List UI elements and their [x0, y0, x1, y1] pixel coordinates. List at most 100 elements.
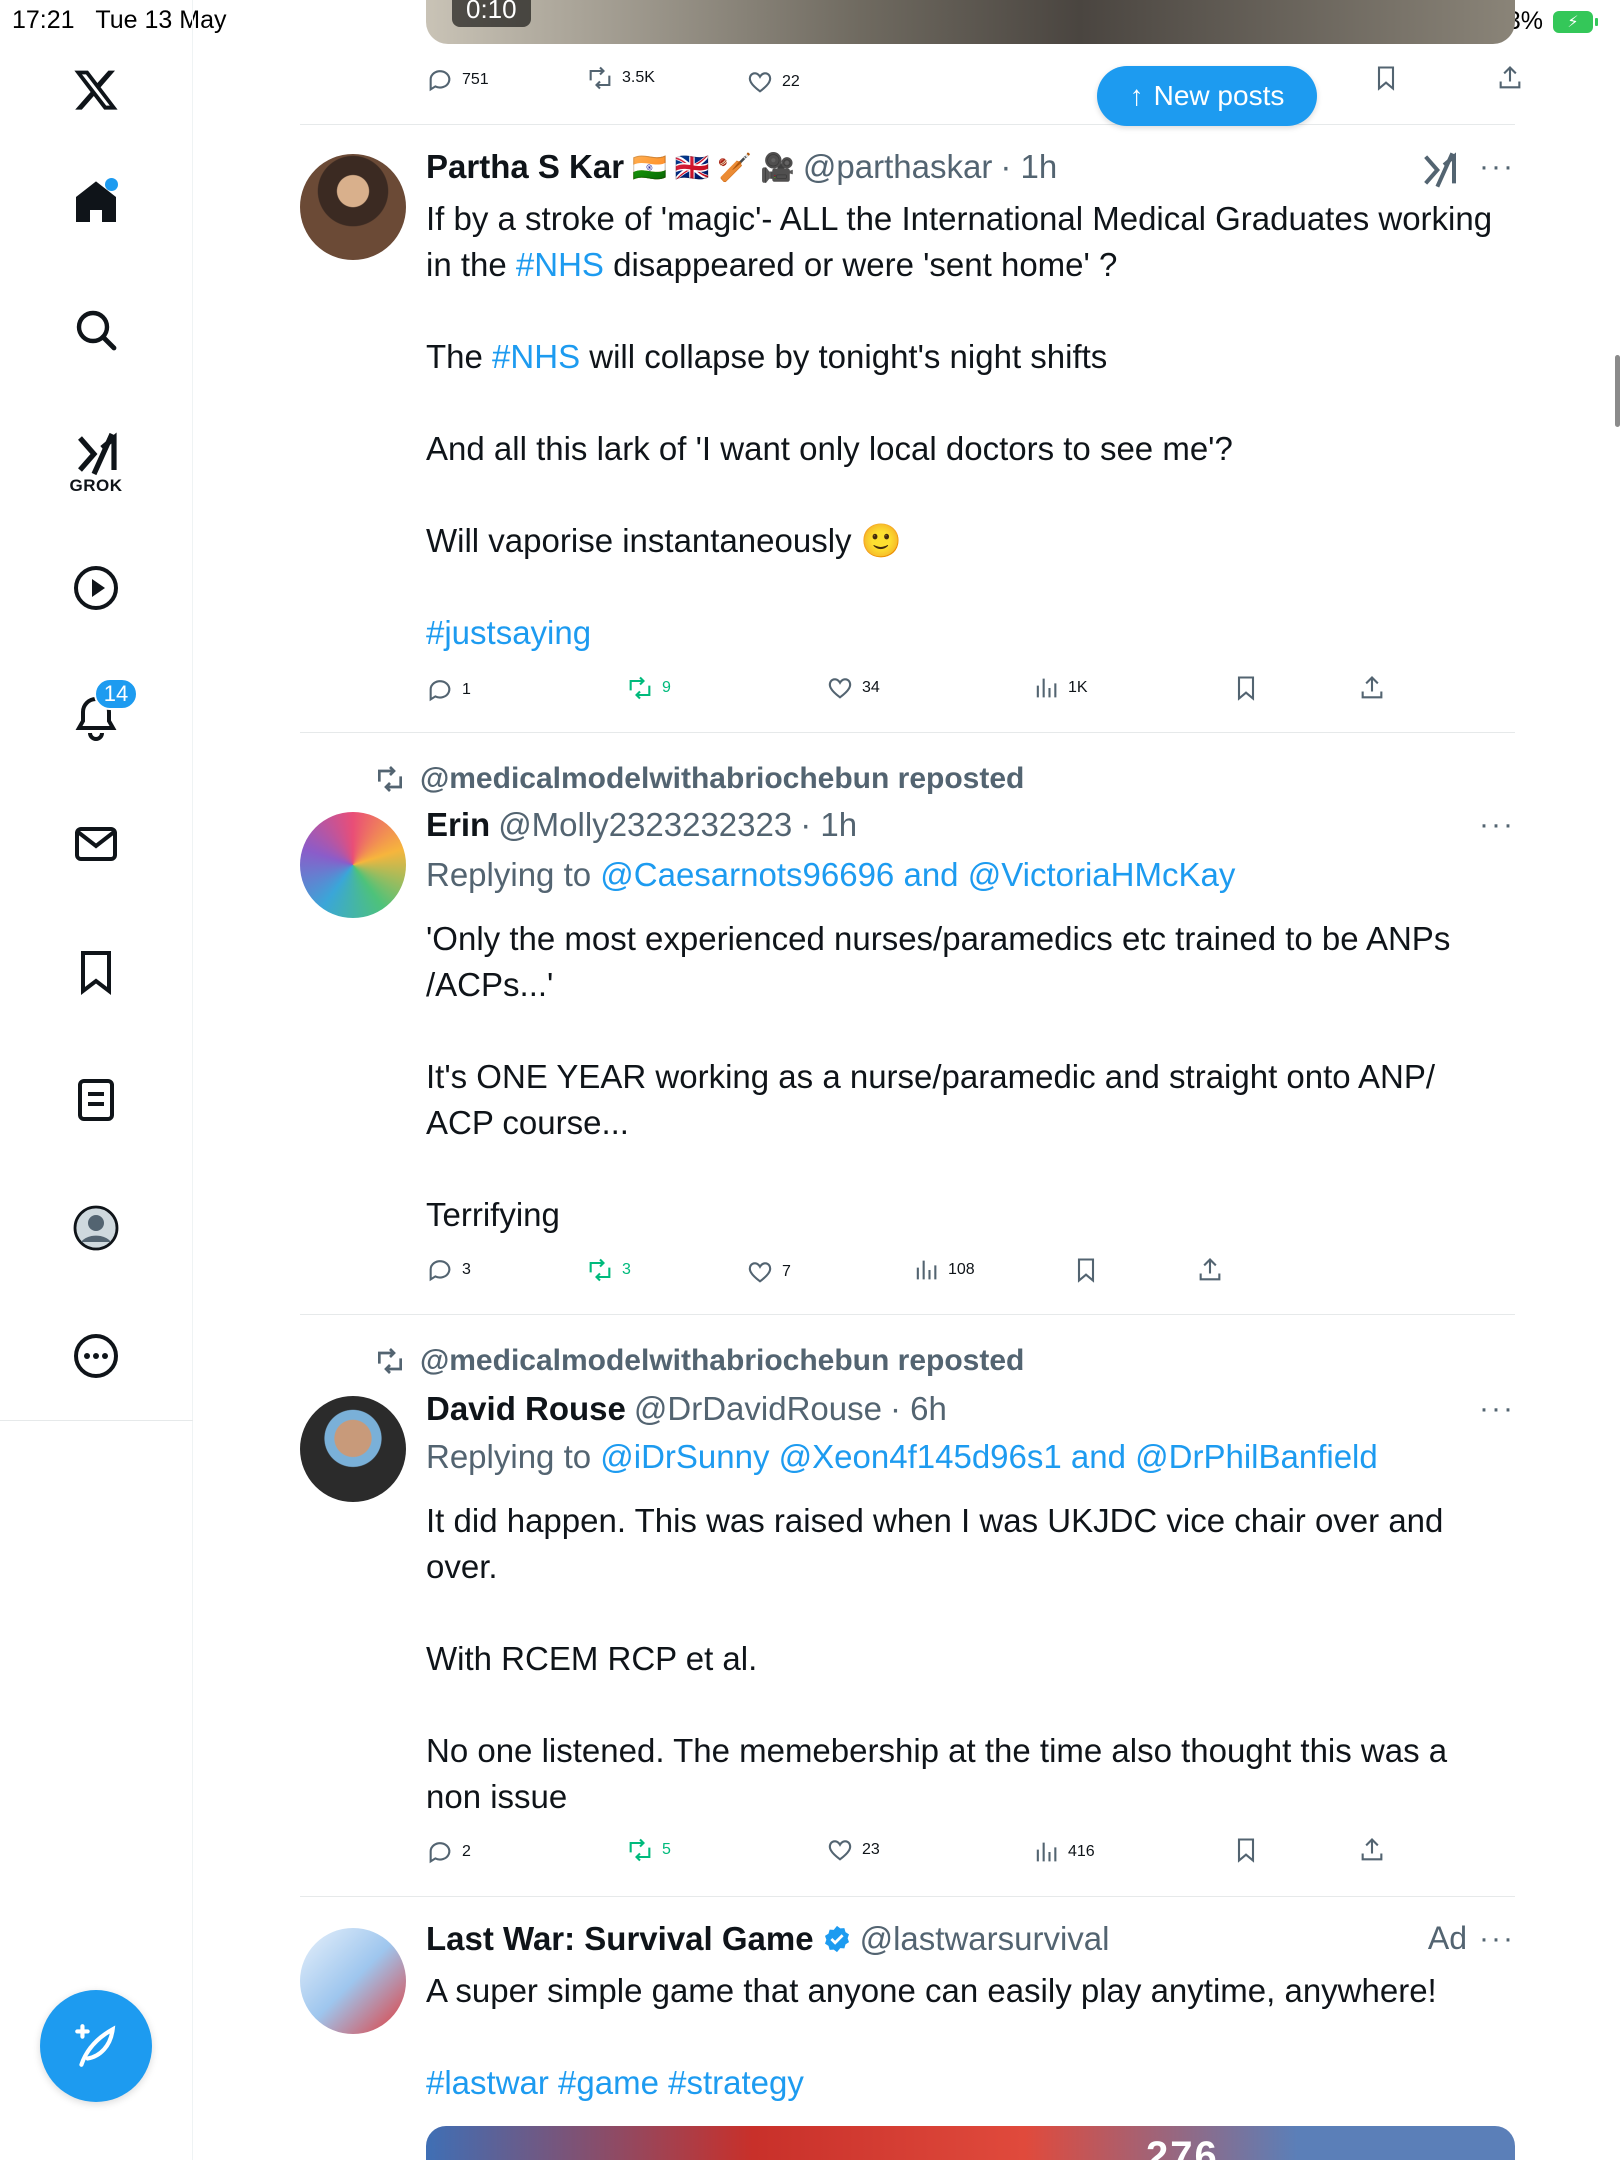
- tweet-time[interactable]: · 6h: [890, 1390, 947, 1428]
- home-icon[interactable]: [64, 170, 128, 234]
- like-button[interactable]: 34: [826, 674, 880, 702]
- views-button[interactable]: 1K: [1032, 674, 1088, 702]
- views-button[interactable]: 416: [1032, 1838, 1095, 1866]
- hashtag-links[interactable]: #lastwar #game #strategy: [426, 2060, 1501, 2106]
- search-icon[interactable]: [64, 298, 128, 362]
- bookmark-icon: [1377, 66, 1395, 91]
- home-unread-dot: [105, 178, 118, 191]
- share-button[interactable]: [1358, 674, 1386, 702]
- bookmark-button[interactable]: [1232, 1836, 1260, 1864]
- avatar-icon[interactable]: [64, 1196, 128, 1260]
- share-icon: [1199, 1258, 1221, 1281]
- repost-button[interactable]: 9: [626, 674, 671, 702]
- verified-badge-icon: [822, 1924, 852, 1954]
- mention-link[interactable]: @VictoriaHMcKay: [968, 856, 1236, 893]
- bell-icon[interactable]: 14: [64, 678, 138, 750]
- tweet-header: Erin @Molly2323232323 · 1h: [426, 806, 857, 844]
- replying-to: Replying to @iDrSunny @Xeon4f145d96s1 an…: [426, 1438, 1378, 1475]
- hashtag-link[interactable]: #NHS: [516, 246, 604, 283]
- author-name[interactable]: Erin: [426, 806, 490, 844]
- tweet-text: If by a stroke of 'magic'- ALL the Inter…: [426, 200, 1493, 651]
- bookmark-button[interactable]: [1232, 674, 1260, 702]
- reply-button[interactable]: 3: [426, 1256, 471, 1284]
- tweet-time[interactable]: · 1h: [1000, 148, 1057, 186]
- author-handle[interactable]: @DrDavidRouse: [634, 1390, 882, 1428]
- mention-link[interactable]: @Xeon4f145d96s1: [779, 1438, 1062, 1475]
- author-name[interactable]: David Rouse: [426, 1390, 626, 1428]
- share-button[interactable]: [1196, 1256, 1224, 1284]
- new-posts-pill[interactable]: ↑ New posts: [1097, 66, 1317, 126]
- heart-icon: [748, 72, 772, 93]
- heart-icon: [828, 678, 852, 699]
- author-name[interactable]: Last War: Survival Game: [426, 1920, 814, 1958]
- repost-icon: [589, 1258, 611, 1282]
- repost-count: 3.5K: [622, 69, 655, 86]
- repost-button[interactable]: 3.5K: [586, 64, 655, 92]
- like-count: 22: [782, 73, 800, 90]
- sidebar-divider: [0, 1420, 193, 1421]
- hashtag-link[interactable]: #justsaying: [426, 614, 591, 651]
- repost-context: @medicalmodelwithabriochebun reposted: [374, 1344, 1024, 1378]
- x-logo-icon[interactable]: [64, 58, 128, 122]
- reply-icon: [429, 1260, 451, 1282]
- mention-link[interactable]: @Caesarnots96696: [600, 856, 894, 893]
- share-button[interactable]: [1358, 1836, 1386, 1864]
- mention-link[interactable]: @DrPhilBanfield: [1135, 1438, 1378, 1475]
- views-chart-icon: [916, 1260, 937, 1280]
- battery-icon: ⚡: [1553, 10, 1598, 33]
- bookmark-button[interactable]: [1072, 1256, 1100, 1284]
- author-flags: 🇮🇳 🇬🇧 🏏 🎥: [632, 151, 795, 183]
- like-button[interactable]: 23: [826, 1836, 880, 1864]
- reposted-by-label[interactable]: @medicalmodelwithabriochebun reposted: [420, 762, 1024, 796]
- repost-icon: [378, 1348, 402, 1374]
- tweet-divider: [300, 124, 1515, 125]
- share-button[interactable]: [1496, 64, 1524, 92]
- reply-button[interactable]: 751: [426, 66, 489, 94]
- video-duration: 0:10: [452, 0, 531, 27]
- more-options-icon[interactable]: ···: [1479, 1922, 1515, 1956]
- scroll-indicator[interactable]: [1615, 355, 1620, 427]
- author-handle[interactable]: @lastwarsurvival: [860, 1920, 1110, 1958]
- author-name[interactable]: Partha S Kar: [426, 148, 624, 186]
- like-button[interactable]: 22: [746, 68, 800, 96]
- like-count: 7: [782, 1263, 791, 1280]
- avatar[interactable]: [300, 812, 406, 918]
- tweet-divider: [300, 1896, 1515, 1897]
- more-options-icon[interactable]: ···: [1479, 808, 1515, 842]
- avatar[interactable]: [300, 154, 406, 260]
- views-button[interactable]: 108: [912, 1256, 975, 1284]
- mail-icon[interactable]: [64, 812, 128, 876]
- grok-icon[interactable]: [1419, 150, 1459, 195]
- like-button[interactable]: 7: [746, 1258, 791, 1286]
- reply-button[interactable]: 2: [426, 1838, 471, 1866]
- share-icon: [1361, 676, 1383, 699]
- views-chart-icon: [1036, 1842, 1057, 1862]
- reply-button[interactable]: 1: [426, 676, 471, 704]
- bookmark-button[interactable]: [1372, 64, 1400, 92]
- bookmark-icon: [1077, 1258, 1095, 1283]
- hashtag-link[interactable]: #NHS: [492, 338, 580, 375]
- list-icon[interactable]: [64, 1068, 128, 1132]
- ad-media-image[interactable]: 276: [426, 2126, 1515, 2160]
- bookmark-icon: [1237, 676, 1255, 701]
- bookmark-icon[interactable]: [64, 940, 128, 1004]
- reposted-by-label[interactable]: @medicalmodelwithabriochebun reposted: [420, 1344, 1024, 1378]
- compose-button[interactable]: [40, 1990, 152, 2102]
- more-circle-icon[interactable]: [64, 1324, 128, 1388]
- repost-context: @medicalmodelwithabriochebun reposted: [374, 762, 1024, 796]
- more-options-icon[interactable]: ···: [1479, 1392, 1515, 1426]
- play-icon[interactable]: [64, 556, 128, 620]
- reply-count: 2: [462, 1843, 471, 1860]
- tweet-text: A super simple game that anyone can easi…: [426, 1968, 1501, 2106]
- mention-link[interactable]: @iDrSunny: [600, 1438, 769, 1475]
- author-handle[interactable]: @parthaskar: [803, 148, 992, 186]
- repost-button[interactable]: 5: [626, 1836, 671, 1864]
- repost-button[interactable]: 3: [586, 1256, 631, 1284]
- tweet-header: Last War: Survival Game @lastwarsurvival: [426, 1920, 1109, 1958]
- avatar[interactable]: [300, 1396, 406, 1502]
- author-handle[interactable]: @Molly2323232323: [498, 806, 792, 844]
- avatar[interactable]: [300, 1928, 406, 2034]
- video-thumbnail[interactable]: 0:10: [426, 0, 1515, 44]
- tweet-time[interactable]: · 1h: [800, 806, 857, 844]
- more-options-icon[interactable]: ···: [1479, 150, 1515, 184]
